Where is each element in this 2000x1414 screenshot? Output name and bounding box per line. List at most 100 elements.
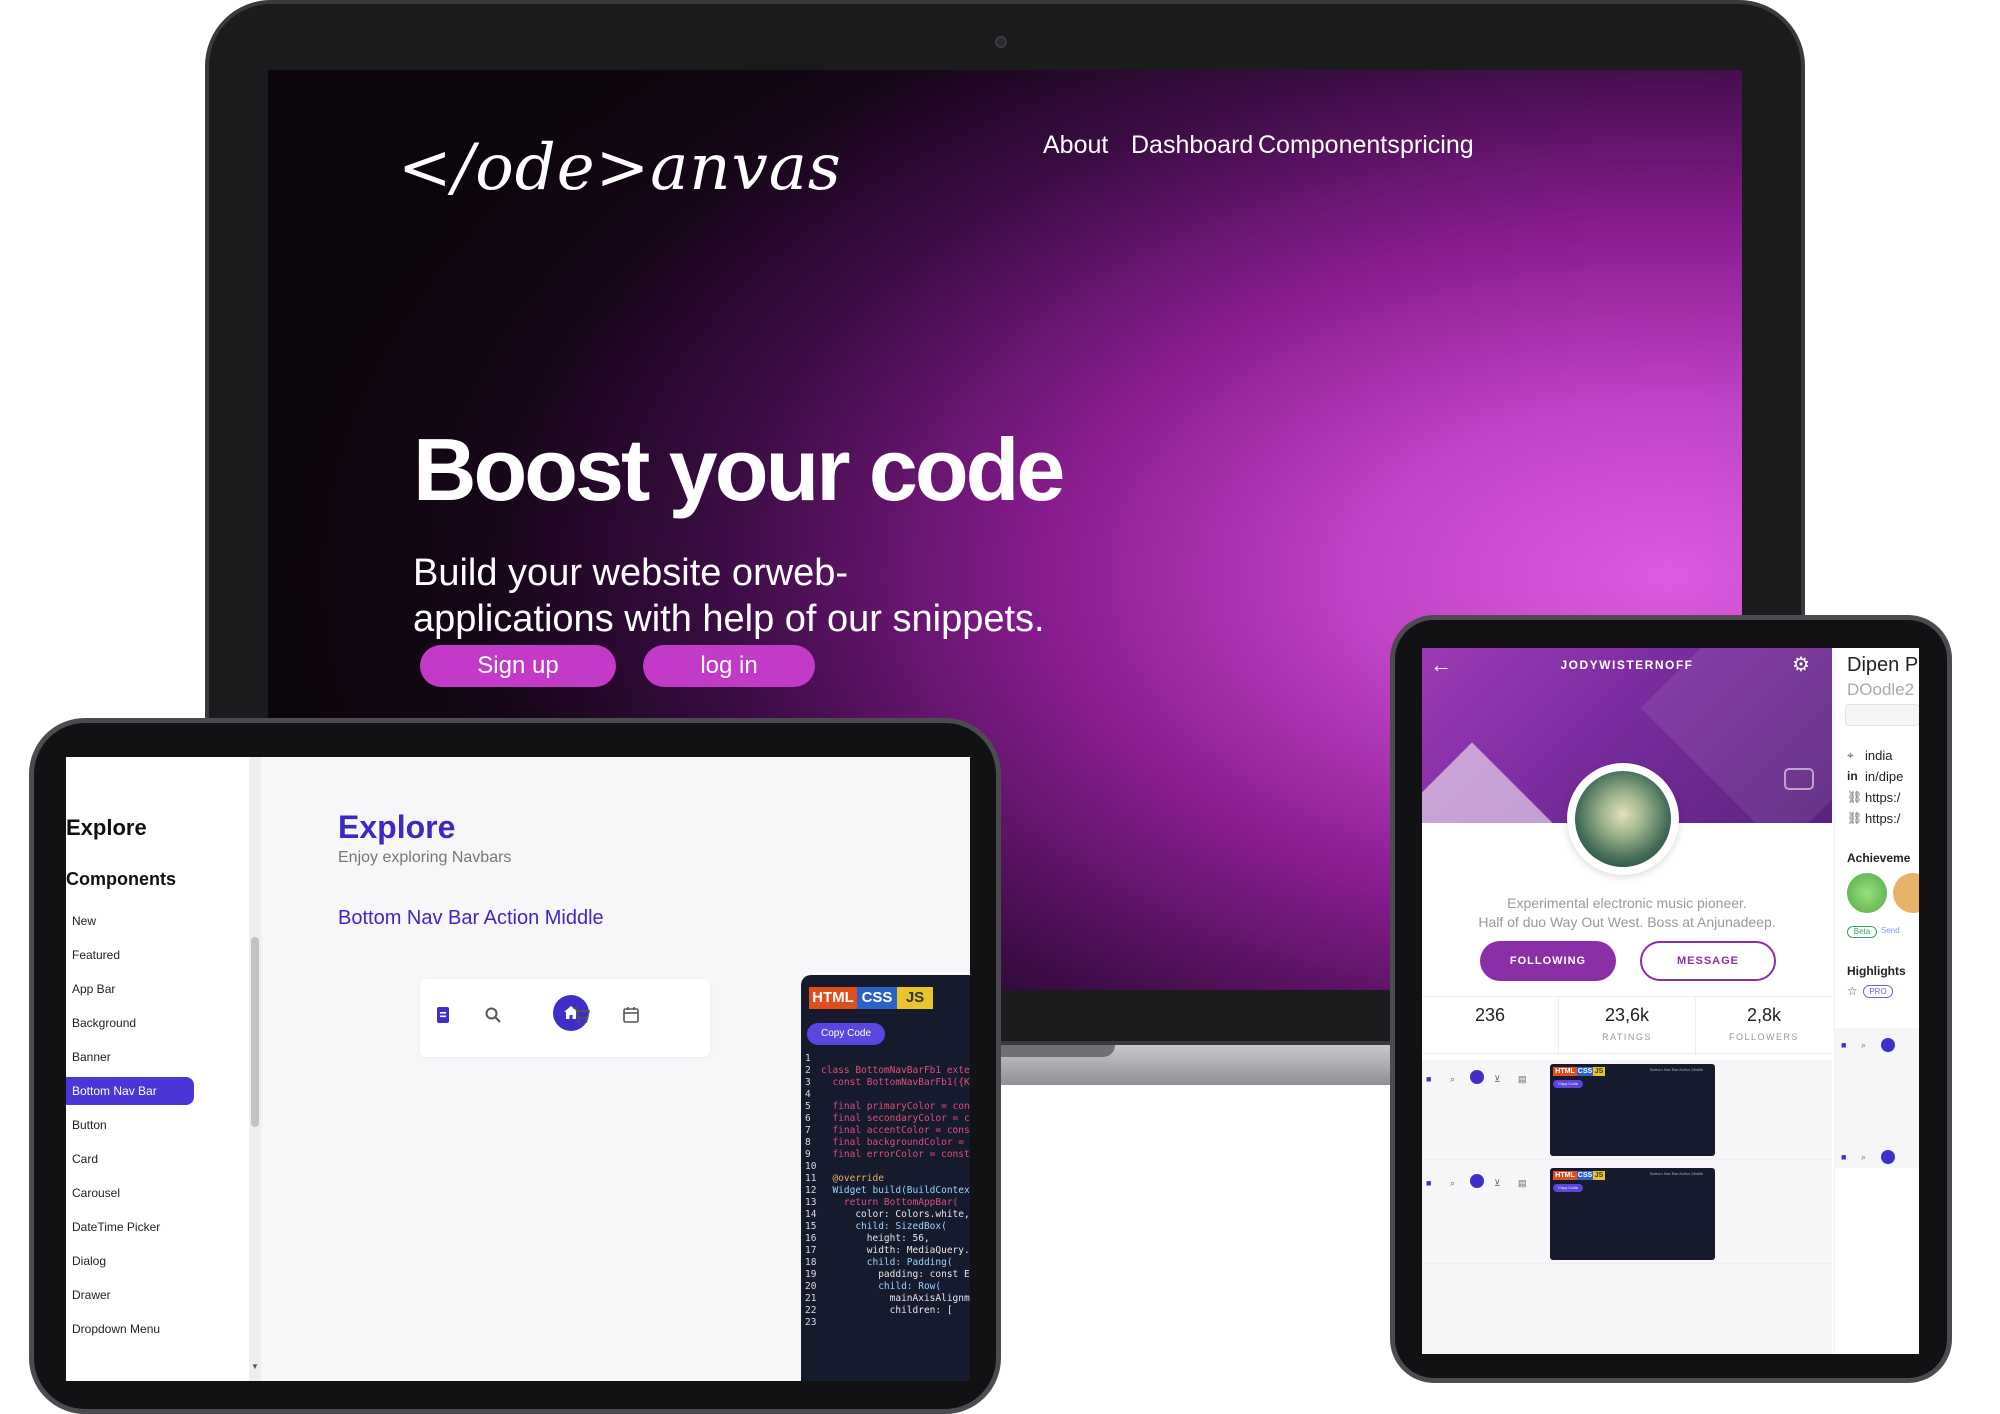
hero-subtitle-line1: Build your website orweb- (413, 552, 849, 594)
side-achievements-heading: Achieveme (1847, 851, 1911, 865)
site-logo[interactable]: </ode>anvas (398, 108, 841, 228)
nav-about[interactable]: About (1043, 120, 1108, 170)
cart-icon: ⊻ (1494, 1074, 1501, 1084)
home-icon (1881, 1150, 1895, 1164)
sidebar-item-background[interactable]: Background (72, 1009, 192, 1037)
copy-code-button[interactable]: Copy Code (807, 1023, 885, 1045)
search-icon[interactable] (480, 1005, 506, 1031)
side-link1[interactable]: https:/ (1865, 790, 1900, 805)
signup-button[interactable]: Sign up (420, 645, 616, 687)
message-button[interactable]: MESSAGE (1640, 941, 1776, 981)
nav-components[interactable]: Components (1258, 120, 1400, 170)
line-number: 20 (805, 1281, 817, 1292)
thumbnail-row[interactable]: ■ ⌕ ⊻ ▤ HTML CSS JS Bottom Nav Bar Actio… (1422, 1060, 1832, 1160)
home-icon (1470, 1070, 1484, 1084)
explore-main: Explore Enjoy exploring Navbars Bottom N… (262, 757, 970, 1381)
code-line: 2 class BottomNavBarFb1 extends (805, 1065, 970, 1077)
star-icon: ☆ (1847, 984, 1858, 998)
side-thumbnail: ■ ⌕ ■ ⌕ (1835, 1028, 1919, 1168)
calendar-icon: ▤ (1518, 1178, 1527, 1188)
sidebar-item-card[interactable]: Card (72, 1145, 192, 1173)
line-number: 12 (805, 1185, 817, 1196)
line-number: 13 (805, 1197, 817, 1208)
css-badge: CSS (1577, 1171, 1593, 1180)
side-handle: DOodle2 (1847, 680, 1915, 699)
stat-posts: 236 (1474, 1005, 1506, 1025)
achievement-badge-icon[interactable] (1893, 873, 1919, 913)
nav-pricing[interactable]: pricing (1400, 120, 1474, 170)
avatar[interactable] (1567, 763, 1679, 875)
code-line: 18 child: Padding( (805, 1257, 970, 1269)
code-block: 12class BottomNavBarFb1 extends3 const B… (805, 1053, 970, 1329)
cart-icon: ⊻ (1494, 1178, 1501, 1188)
login-button[interactable]: log in (643, 645, 815, 687)
sidebar-item-new[interactable]: New (72, 907, 192, 935)
line-number: 18 (805, 1257, 817, 1268)
side-highlights-heading: Highlights (1847, 964, 1906, 978)
section-title: Bottom Nav Bar Action Middle (338, 907, 604, 929)
sidebar-item-dialog[interactable]: Dialog (72, 1247, 192, 1275)
code-line: 4 (805, 1089, 970, 1101)
profile-bio: Experimental electronic music pioneer. H… (1422, 894, 1832, 932)
sidebar-item-banner[interactable]: Banner (72, 1043, 192, 1071)
scroll-down-arrow-icon[interactable]: ▼ (251, 1362, 259, 1372)
send-link[interactable]: Send (1881, 926, 1900, 935)
sidebar-scrollbar[interactable]: ▼ (249, 757, 261, 1381)
code-text: child: SizedBox( (821, 1221, 947, 1232)
document-icon: ■ (1841, 1152, 1847, 1162)
stat-ratings: 23,6k RATINGS (1602, 1005, 1652, 1042)
code-line: 5 final primaryColor = const (805, 1101, 970, 1113)
side-name: Dipen P (1847, 654, 1919, 676)
thumbnail-row[interactable]: ■ ⌕ ⊻ ▤ HTML CSS JS Bottom Nav Bar Actio… (1422, 1164, 1832, 1264)
code-line: 1 (805, 1053, 970, 1065)
document-icon: ■ (1841, 1040, 1847, 1050)
line-number: 10 (805, 1161, 817, 1172)
scrollbar-thumb[interactable] (251, 937, 259, 1127)
sidebar-item-dropdown-menu[interactable]: Dropdown Menu (72, 1315, 192, 1343)
side-input[interactable] (1845, 704, 1919, 726)
achievement-badge-icon[interactable] (1847, 873, 1887, 913)
nav-dashboard[interactable]: Dashboard (1131, 120, 1253, 170)
code-text: color: Colors.white, (821, 1209, 970, 1220)
sidebar-item-carousel[interactable]: Carousel (72, 1179, 192, 1207)
gear-icon[interactable]: ⚙ (1792, 652, 1810, 677)
code-text: return BottomAppBar( (821, 1197, 959, 1208)
html-badge: HTML (1553, 1067, 1577, 1076)
search-icon: ⌕ (1450, 1178, 1456, 1188)
mini-navbar: ■ ⌕ ⊻ ▤ (1422, 1070, 1542, 1092)
line-number: 6 (805, 1113, 811, 1124)
code-text: final secondaryColor = con (821, 1113, 970, 1124)
sidebar-item-featured[interactable]: Featured (72, 941, 192, 969)
page-title: Explore (338, 809, 456, 845)
calendar-icon[interactable] (618, 1005, 644, 1031)
cart-icon[interactable] (568, 1005, 594, 1031)
line-number: 19 (805, 1269, 817, 1280)
code-text: final errorColor = const C (821, 1149, 970, 1160)
sidebar-heading: Explore (66, 815, 147, 840)
code-line: 13 return BottomAppBar( (805, 1197, 970, 1209)
css-badge[interactable]: CSS (857, 987, 897, 1009)
side-linkedin[interactable]: in/dipe (1865, 769, 1903, 784)
line-number: 21 (805, 1293, 817, 1304)
sidebar-item-drawer[interactable]: Drawer (72, 1281, 192, 1309)
mini-copy-button: Copy Code (1553, 1184, 1583, 1192)
tablet-right-mockup: ← JODYWISTERNOFF ⚙ Experimental electron… (1390, 615, 1952, 1383)
document-icon[interactable] (430, 1005, 456, 1031)
link-icon: ⛓ (1847, 811, 1863, 825)
home-icon (1881, 1038, 1895, 1052)
camera-icon[interactable] (1784, 768, 1814, 790)
code-line: 15 child: SizedBox( (805, 1221, 970, 1233)
sidebar-item-bottom-nav-bar[interactable]: Bottom Nav Bar (66, 1077, 194, 1105)
sidebar-item-app-bar[interactable]: App Bar (72, 975, 192, 1003)
sidebar-item-button[interactable]: Button (72, 1111, 192, 1139)
code-line: 12 Widget build(BuildContext (805, 1185, 970, 1197)
code-text: class BottomNavBarFb1 extends (821, 1065, 970, 1076)
code-line: 20 child: Row( (805, 1281, 970, 1293)
js-badge[interactable]: JS (897, 987, 933, 1009)
html-badge[interactable]: HTML (809, 987, 857, 1009)
sidebar-item-datetime-picker[interactable]: DateTime Picker (72, 1213, 192, 1241)
following-button[interactable]: FOLLOWING (1480, 941, 1616, 981)
profile-username: JODYWISTERNOFF (1560, 658, 1694, 672)
side-link2[interactable]: https:/ (1865, 811, 1900, 826)
code-text: mainAxisAlignm (821, 1293, 970, 1304)
